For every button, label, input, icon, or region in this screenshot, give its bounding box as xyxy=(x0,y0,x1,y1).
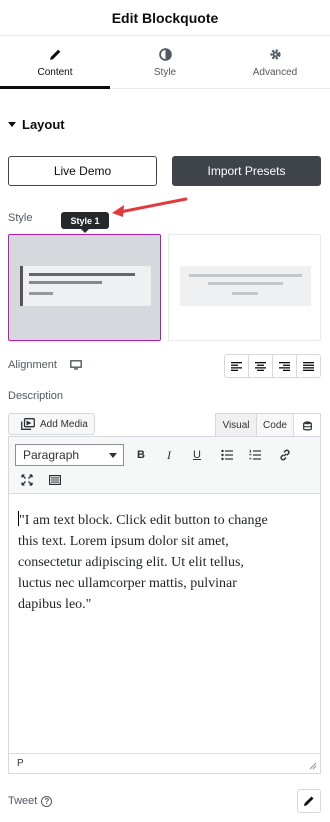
layout-section-toggle[interactable]: Layout xyxy=(8,117,65,132)
bold-button[interactable]: B xyxy=(131,445,151,465)
fullscreen-icon xyxy=(21,474,33,486)
live-demo-button[interactable]: Live Demo xyxy=(8,156,157,186)
link-icon xyxy=(280,449,290,461)
align-center-button[interactable] xyxy=(249,355,273,377)
gear-icon xyxy=(269,48,281,60)
resize-handle-icon[interactable] xyxy=(309,762,317,770)
tab-content-label: Content xyxy=(37,66,73,78)
pencil-icon xyxy=(49,49,60,60)
tab-code[interactable]: Code xyxy=(257,413,294,437)
content-line: this text. Lorem ipsum dolor sit amet, xyxy=(18,534,229,549)
format-select-value: Paragraph xyxy=(23,448,80,462)
numbered-list-icon xyxy=(249,449,261,460)
help-icon[interactable]: ? xyxy=(41,795,53,807)
style-tooltip: Style 1 xyxy=(61,212,109,233)
alignment-control xyxy=(224,354,321,378)
bullet-list-button[interactable] xyxy=(217,445,237,465)
panel-header: Edit Blockquote xyxy=(0,0,330,36)
tab-style[interactable]: Style xyxy=(110,37,220,88)
content-line: consectetur adipiscing elit. Ut elit tel… xyxy=(18,555,244,570)
align-right-button[interactable] xyxy=(273,355,297,377)
media-icon xyxy=(21,418,35,430)
panel-title: Edit Blockquote xyxy=(111,9,219,26)
editor-mode-tabs: Visual Code xyxy=(215,413,321,437)
panel-tabs: Content Style Advanced xyxy=(0,37,330,89)
tab-content[interactable]: Content xyxy=(0,37,110,89)
numbered-list-button[interactable] xyxy=(245,445,265,465)
text-editor: Paragraph B I U "I am text block. Click … xyxy=(8,436,321,774)
editor-toolbar: Paragraph B I U xyxy=(9,437,320,494)
link-button[interactable] xyxy=(275,445,295,465)
add-media-label: Add Media xyxy=(40,418,88,430)
section-title: Layout xyxy=(22,117,65,132)
style-option-2[interactable] xyxy=(168,234,321,341)
preview-line xyxy=(29,273,135,276)
align-left-icon xyxy=(231,361,242,371)
preview-line xyxy=(29,281,102,284)
database-glyph xyxy=(302,420,312,430)
caret-down-icon xyxy=(8,122,16,127)
desktop-icon[interactable] xyxy=(70,360,82,370)
editor-statusbar: P xyxy=(9,753,320,773)
align-justify-button[interactable] xyxy=(297,355,320,377)
align-right-icon xyxy=(279,361,290,371)
add-media-button[interactable]: Add Media xyxy=(8,413,95,435)
description-label: Description xyxy=(8,390,64,402)
tab-visual[interactable]: Visual xyxy=(215,413,257,437)
style-label: Style xyxy=(8,212,33,224)
toolbar-toggle-button[interactable] xyxy=(45,470,65,490)
annotation-arrow-icon xyxy=(112,197,188,217)
half-circle-icon xyxy=(158,47,172,61)
blockquote-preview-1 xyxy=(20,266,151,306)
underline-button[interactable]: U xyxy=(187,445,207,465)
format-select[interactable]: Paragraph xyxy=(15,444,124,466)
blockquote-preview-2 xyxy=(180,266,311,306)
editor-content[interactable]: "I am text block. Click edit button to c… xyxy=(18,510,310,615)
preview-line xyxy=(208,282,283,285)
content-line: "I am text block. Click edit button to c… xyxy=(18,510,310,531)
style-option-1[interactable] xyxy=(8,234,161,341)
tab-style-label: Style xyxy=(153,66,177,78)
align-left-button[interactable] xyxy=(225,355,249,377)
content-line: luctus nec ullamcorper mattis, pulvinar xyxy=(18,576,237,591)
content-line-text: "I am text block. Click edit button to c… xyxy=(19,513,268,528)
tab-advanced[interactable]: Advanced xyxy=(220,37,330,88)
alignment-label: Alignment xyxy=(8,359,57,371)
tweet-label: Tweet xyxy=(8,795,38,807)
preview-line xyxy=(29,292,53,295)
tweet-row: Tweet ? xyxy=(8,795,53,807)
bullet-list-icon xyxy=(221,449,233,461)
italic-button[interactable]: I xyxy=(159,445,179,465)
preview-line xyxy=(232,292,258,295)
database-icon[interactable] xyxy=(294,413,321,437)
chevron-down-icon xyxy=(109,453,117,458)
import-presets-button[interactable]: Import Presets xyxy=(172,156,321,186)
content-line: dapibus leo." xyxy=(18,597,92,612)
align-center-icon xyxy=(255,361,266,371)
preview-line xyxy=(189,274,302,277)
preview-border xyxy=(20,266,23,306)
element-path: P xyxy=(17,758,24,769)
keyboard-icon xyxy=(49,475,61,486)
fullscreen-button[interactable] xyxy=(17,470,37,490)
tweet-edit-button[interactable] xyxy=(297,789,321,813)
tab-advanced-label: Advanced xyxy=(252,66,298,78)
align-justify-icon xyxy=(303,361,314,371)
pencil-icon xyxy=(304,796,314,806)
